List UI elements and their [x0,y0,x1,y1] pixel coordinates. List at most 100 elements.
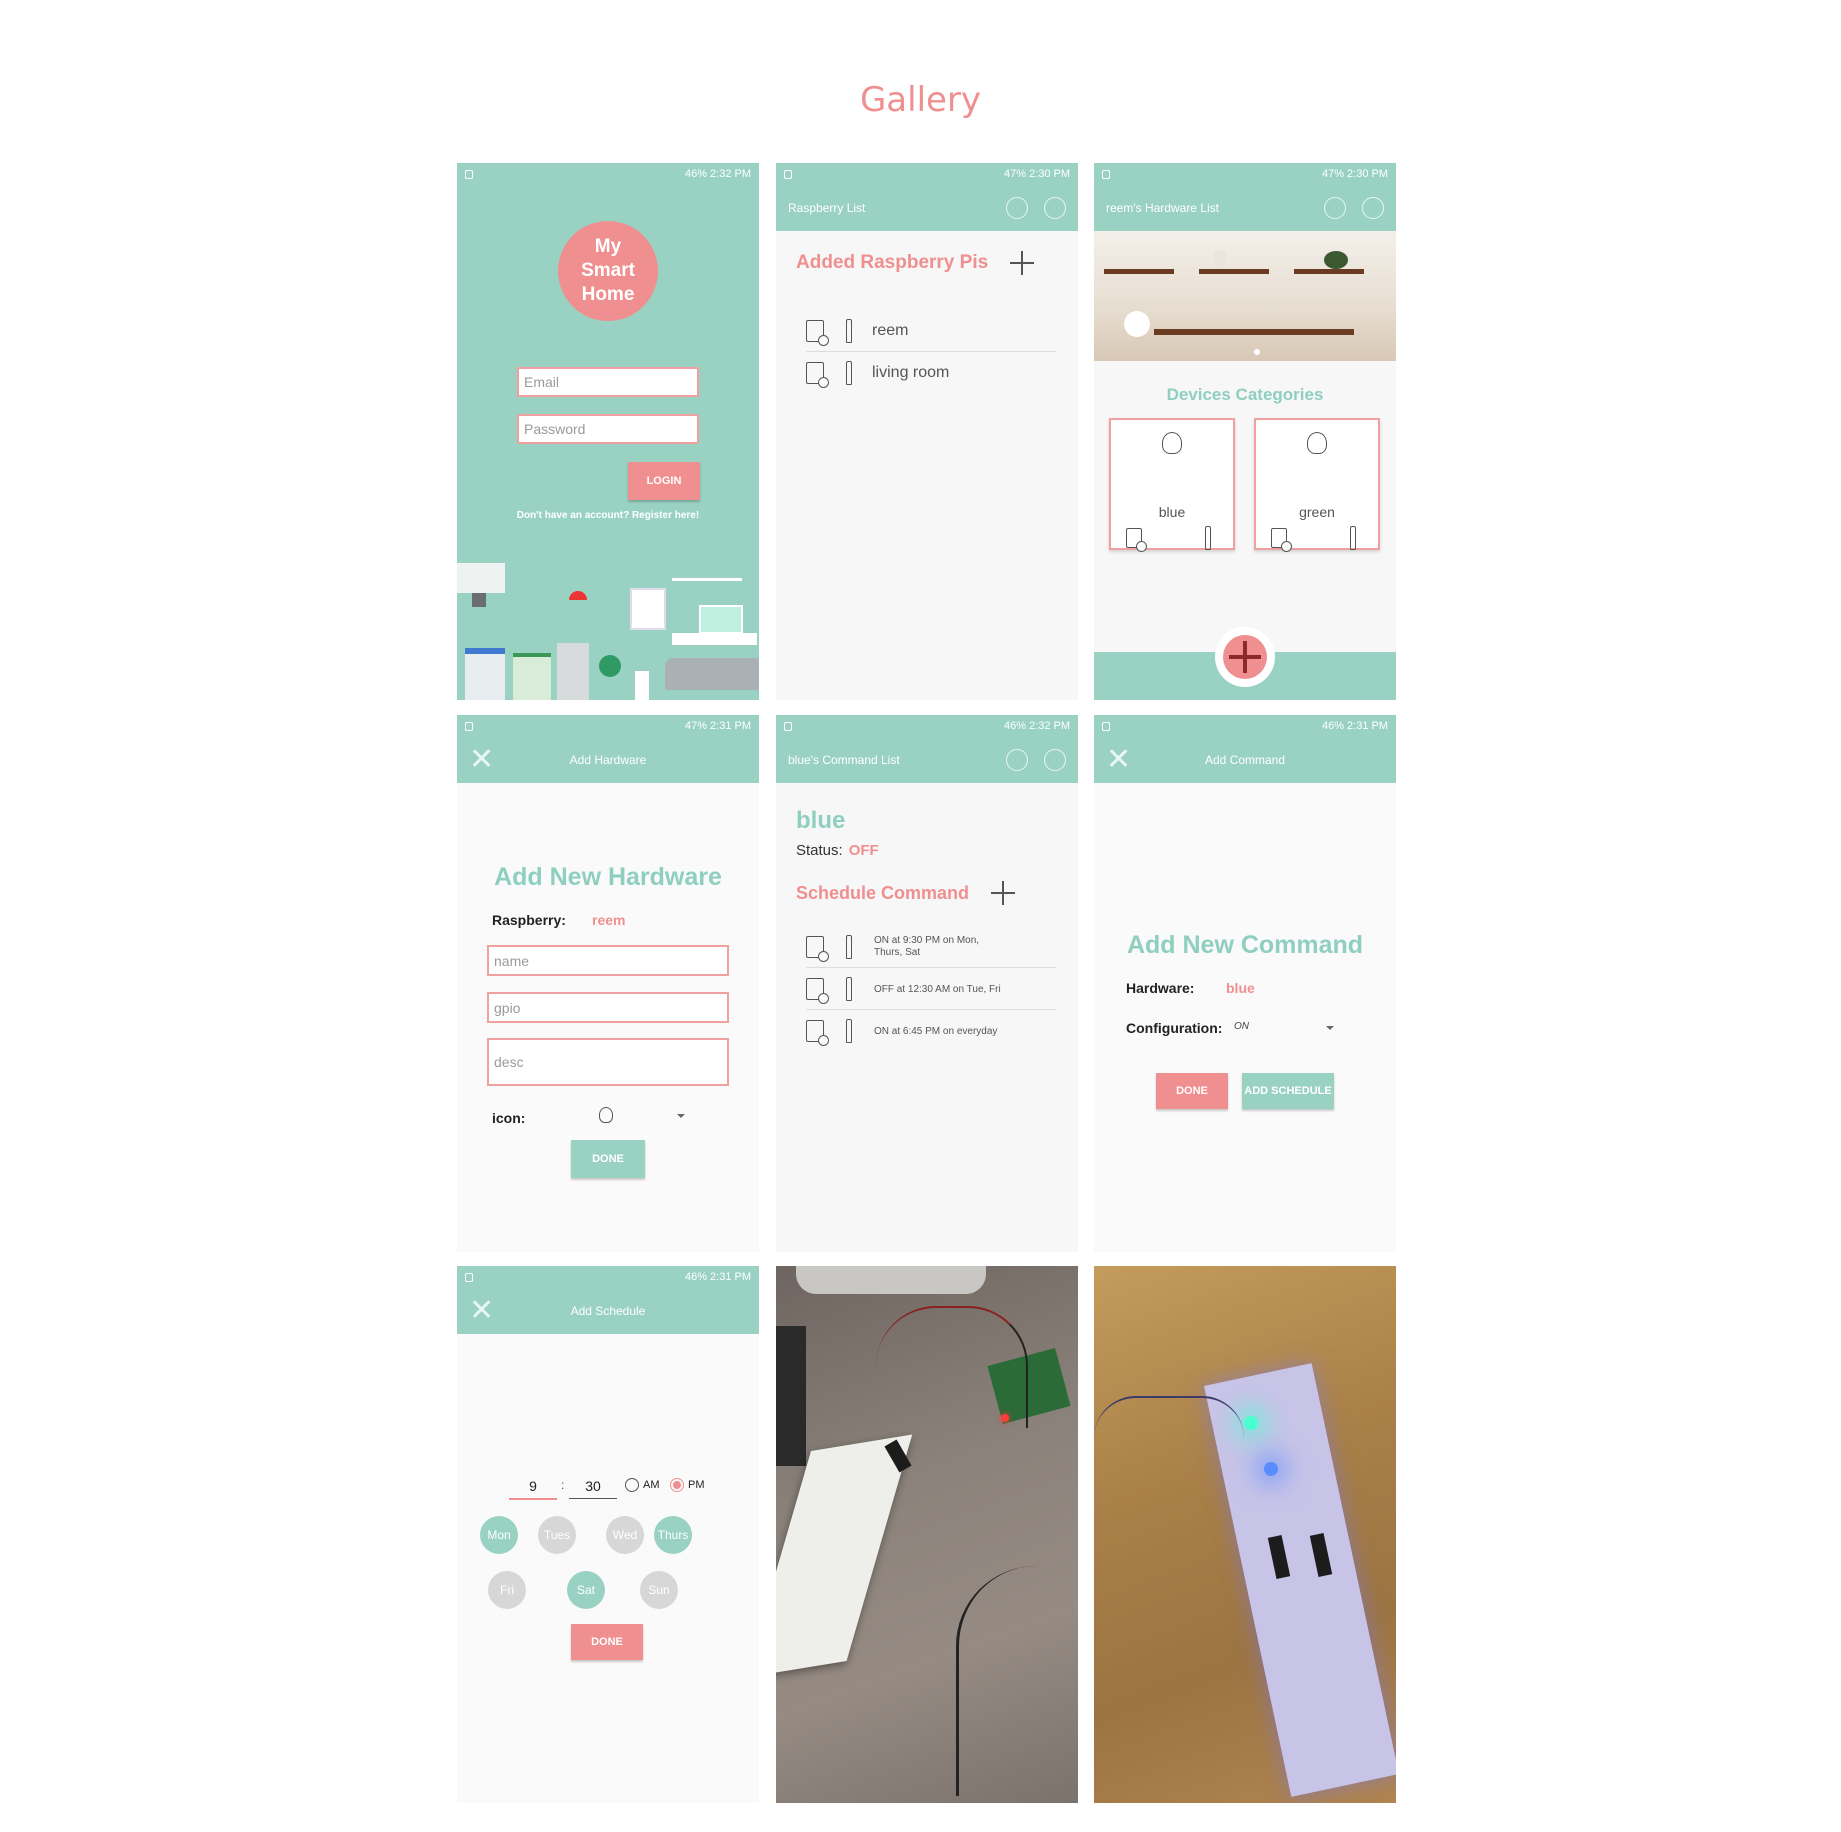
add-command-icon[interactable] [991,881,1016,905]
list-item[interactable]: reem [806,311,1056,352]
wires [1094,1396,1244,1438]
edit-icon[interactable] [1350,526,1356,550]
device-name: blue [796,807,846,834]
pm-radio[interactable]: PM [670,1478,705,1492]
status-text: 46% 2:32 PM [684,168,751,180]
cable [956,1566,1078,1796]
lock-icon [465,1272,473,1282]
blue-appliance [465,648,505,700]
device-card[interactable]: blue [1109,418,1235,552]
add-hardware-screenshot: 47% 2:31 PM ✕ Add Hardware Add New Hardw… [457,715,759,1252]
lower-shelf [1154,329,1354,335]
configuration-value: ON [1234,1021,1249,1032]
section-heading: Added Raspberry Pis [796,252,989,273]
add-raspberry-icon[interactable] [1010,251,1035,275]
icon-selector[interactable] [587,1105,687,1129]
section-heading: Devices Categories [1166,385,1324,404]
day-toggle-thurs[interactable]: Thurs [654,1516,692,1554]
command-text: ON at 6:45 PM on everyday [874,1025,998,1037]
day-toggle-fri[interactable]: Fri [488,1571,526,1609]
toolbar: Raspberry List [776,185,1078,231]
bulb-icon [1307,432,1327,454]
radio-unchecked-icon [625,1478,639,1492]
breadboard [776,1434,913,1678]
delete-icon[interactable] [806,320,829,346]
command-row[interactable]: ON at 6:45 PM on everyday [806,1011,1056,1051]
radio-checked-icon [670,1478,684,1492]
refresh-icon[interactable] [1006,749,1028,771]
email-field[interactable]: Email [517,367,699,397]
lock-icon [1102,169,1110,179]
minute-input[interactable]: 30 [569,1478,617,1499]
command-text: OFF at 12:30 AM on Tue, Fri [874,983,1001,995]
password-field[interactable]: Password [517,414,699,444]
desc-field[interactable]: desc [487,1038,729,1086]
delete-icon[interactable] [806,978,829,1004]
window [630,588,666,630]
day-toggle-tues[interactable]: Tues [538,1516,576,1554]
status-bar: 47% 2:30 PM [776,163,1078,185]
login-button[interactable]: LOGIN [628,462,700,500]
hour-input[interactable]: 9 [509,1478,557,1500]
day-toggle-mon[interactable]: Mon [480,1516,518,1554]
register-link[interactable]: Don't have an account? Register here! [457,510,759,521]
command-list-screenshot: 46% 2:32 PM blue's Command List blue Sta… [776,715,1078,1252]
edit-icon[interactable] [846,977,852,1001]
raspberry-label: Raspberry: [492,912,566,928]
list-item-label: reem [872,322,909,339]
hardware-value: blue [1226,980,1255,996]
delete-icon[interactable] [806,936,829,962]
room-photo-banner [1094,231,1396,361]
sofa [665,658,759,690]
lock-icon [1102,721,1110,731]
name-field[interactable]: name [487,945,729,976]
command-row[interactable]: OFF at 12:30 AM on Tue, Fri [806,969,1056,1010]
logout-icon[interactable] [1362,197,1384,219]
led-photo [1094,1266,1396,1803]
edit-icon[interactable] [1205,526,1211,550]
edit-icon[interactable] [846,935,852,959]
toolbar: blue's Command List [776,737,1078,783]
status-bar: 46% 2:32 PM [457,163,759,185]
done-button[interactable]: DONE [571,1140,645,1178]
edit-icon[interactable] [846,361,852,385]
gpio-field[interactable]: gpio [487,992,729,1023]
am-radio[interactable]: AM [625,1478,660,1492]
command-row[interactable]: ON at 9:30 PM on Mon, Thurs, Sat [806,927,1056,968]
list-item[interactable]: living room [806,353,1056,393]
login-screenshot: 46% 2:32 PM My Smart Home Email Password… [457,163,759,700]
refresh-icon[interactable] [1006,197,1028,219]
toolbar: ✕ Add Command [1094,737,1396,783]
day-toggle-sat[interactable]: Sat [567,1571,605,1609]
add-schedule-button[interactable]: ADD SCHEDULE [1242,1073,1334,1109]
lamp-decor [1124,311,1150,337]
logout-icon[interactable] [1044,197,1066,219]
slide-indicator[interactable] [1254,349,1260,355]
app-logo: My Smart Home [558,221,658,321]
shelf [672,578,742,581]
time-separator: : [561,1478,565,1492]
section-heading: Schedule Command [796,882,970,903]
done-button[interactable]: DONE [1156,1073,1228,1109]
logout-icon[interactable] [1044,749,1066,771]
add-device-button[interactable] [1215,627,1275,687]
day-toggle-wed[interactable]: Wed [606,1516,644,1554]
done-button[interactable]: DONE [571,1624,643,1660]
configuration-select[interactable]: ON [1234,1017,1334,1039]
delete-icon[interactable] [806,362,829,388]
hardware-label: Hardware: [1126,980,1195,996]
bulb-icon [1162,432,1182,454]
monitor-stand [796,1266,986,1294]
edit-icon[interactable] [846,1019,852,1043]
edit-icon[interactable] [846,319,852,343]
day-toggle-sun[interactable]: Sun [640,1571,678,1609]
delete-icon[interactable] [806,1020,829,1046]
delete-icon[interactable] [1271,528,1292,552]
toolbar-title: reem's Hardware List [1106,201,1219,215]
refresh-icon[interactable] [1324,197,1346,219]
delete-icon[interactable] [1126,528,1147,552]
status-bar: 46% 2:31 PM [457,1266,759,1288]
toolbar: ✕ Add Hardware [457,737,759,783]
logo-line-2: Smart [581,260,635,281]
device-card[interactable]: green [1254,418,1380,552]
